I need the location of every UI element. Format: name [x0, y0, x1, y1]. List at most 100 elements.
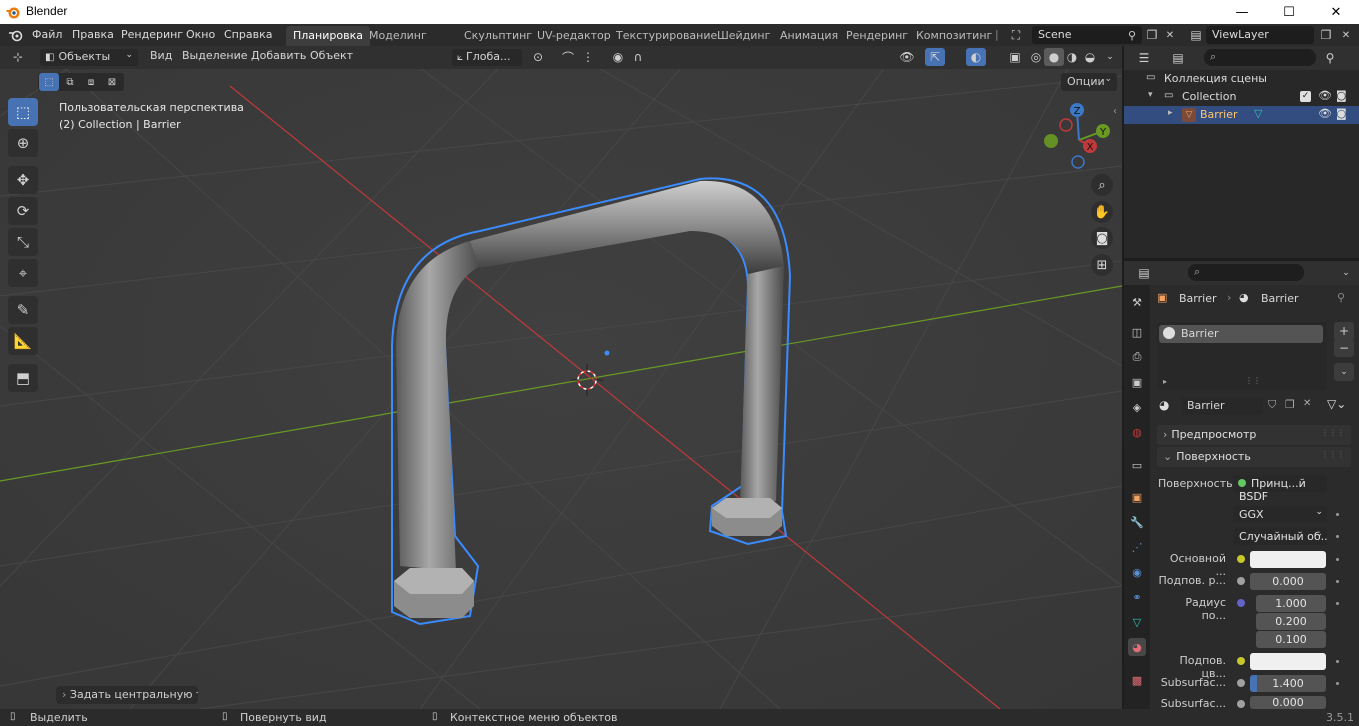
radius-z-field[interactable]: 0.100 — [1256, 631, 1326, 648]
overlays-toggle-icon[interactable]: ◐ — [966, 48, 986, 66]
3d-viewport[interactable]: Пользовательская перспектива (2) Collect… — [0, 46, 1122, 709]
pin-icon[interactable]: ⚲ — [1337, 291, 1345, 304]
material-shading-icon[interactable]: ◑ — [1062, 48, 1082, 66]
texture-tab-icon[interactable]: ▩ — [1128, 671, 1146, 689]
visibility-icon[interactable]: 👁 — [897, 48, 917, 66]
gizmo-toggle-icon[interactable]: ⇱ — [925, 48, 945, 66]
panel-preview-header[interactable]: › Предпросмотр ⋮⋮⋮ — [1157, 425, 1351, 445]
drag-handle-icon[interactable]: ⋮⋮⋮ — [1321, 428, 1345, 437]
tab-modeling[interactable]: Моделинг — [362, 26, 434, 46]
tool-measure-icon[interactable]: 📐 — [8, 327, 38, 355]
tab-sculpting[interactable]: Скульптинг — [457, 26, 539, 46]
expand-arrow-icon[interactable]: ▸ — [1168, 108, 1173, 118]
base-color-swatch[interactable] — [1250, 551, 1326, 568]
distribution-dropdown[interactable]: GGX ⌄ — [1233, 506, 1327, 523]
tool-tab-icon[interactable]: ⚒ — [1128, 293, 1146, 311]
properties-editor-icon[interactable]: ▤ — [1134, 264, 1154, 282]
select-extend-icon[interactable]: ⧉ — [60, 73, 80, 91]
pin-icon[interactable]: ⚲ — [1122, 26, 1142, 44]
delete-view-layer-icon[interactable]: ✕ — [1336, 26, 1356, 44]
wireframe-shading-icon[interactable]: ◎ — [1026, 48, 1046, 66]
tab-uv-editing[interactable]: UV-редактор — [530, 26, 618, 46]
material-browse-icon[interactable]: ◕ — [1159, 398, 1169, 412]
radius-x-field[interactable]: 1.000 — [1256, 595, 1326, 612]
subsurface-field[interactable]: 0.000 — [1250, 573, 1326, 590]
solid-shading-icon[interactable]: ● — [1044, 48, 1064, 66]
radius-y-field[interactable]: 0.200 — [1256, 613, 1326, 630]
tool-annotate-icon[interactable]: ✎ — [8, 296, 38, 324]
subsurface-method-dropdown[interactable]: Случайный об... ⌄ — [1233, 528, 1327, 545]
transform-orientation-selector[interactable]: ⟀ Глоба... — [452, 49, 522, 66]
options-dropdown[interactable]: Опции ⌄ — [1061, 73, 1117, 91]
keyframe-dot[interactable] — [1336, 558, 1339, 561]
world-tab-icon[interactable]: ◍ — [1128, 423, 1146, 441]
tab-shading[interactable]: Шейдинг — [710, 26, 777, 46]
fake-user-shield-icon[interactable]: ⛉ — [1268, 398, 1276, 412]
keyframe-dot[interactable] — [1336, 602, 1339, 605]
subsurface-color-swatch[interactable] — [1250, 653, 1326, 670]
particles-tab-icon[interactable]: ⋰ — [1128, 538, 1146, 556]
keyframe-dot[interactable] — [1336, 580, 1339, 583]
xray-toggle-icon[interactable]: ▣ — [1005, 48, 1025, 66]
filter-icon[interactable]: ⚲ — [1320, 49, 1340, 67]
pan-hand-icon[interactable]: ✋ — [1091, 201, 1113, 223]
tool-rotate-icon[interactable]: ⟳ — [8, 197, 38, 225]
unlink-material-icon[interactable]: ✕ — [1303, 398, 1311, 409]
expand-arrow-icon[interactable]: ▸ — [1163, 377, 1167, 386]
slot-specials-icon[interactable]: ⌄ — [1334, 363, 1354, 381]
keyframe-dot[interactable] — [1336, 513, 1339, 516]
visibility-eye-icon[interactable]: 👁 — [1318, 107, 1332, 120]
material-tab-icon[interactable]: ◕ — [1128, 638, 1146, 656]
pivot-point-icon[interactable]: ⊙ — [528, 48, 548, 66]
add-slot-icon[interactable]: + — [1334, 322, 1354, 340]
gizmo-neg-z-icon[interactable] — [1071, 155, 1085, 169]
editor-type-icon[interactable]: ⊹ — [8, 48, 28, 66]
menu-edit[interactable]: Правка — [72, 28, 114, 41]
gizmo-neg-y-icon[interactable] — [1044, 134, 1058, 148]
new-view-layer-icon[interactable]: ❐ — [1316, 26, 1336, 44]
tab-rendering[interactable]: Рендеринг — [839, 26, 915, 46]
snap-target-icon[interactable]: ⋮ — [578, 48, 598, 66]
tab-compositing[interactable]: Композитинг — [909, 26, 999, 46]
select-new-icon[interactable]: ⬚ — [39, 73, 59, 91]
resize-handle-icon[interactable]: ⋮⋮ — [1245, 376, 1261, 385]
menu-window[interactable]: Окно — [186, 28, 215, 41]
select-intersect-icon[interactable]: ⊠ — [102, 73, 122, 91]
outliner-search-input[interactable]: ⌕ — [1204, 49, 1316, 66]
select-subtract-icon[interactable]: ⧈ — [81, 73, 101, 91]
new-scene-icon[interactable]: ❐ — [1142, 26, 1162, 44]
rendered-shading-icon[interactable]: ◒ — [1080, 48, 1100, 66]
tool-add-cube-icon[interactable]: ⬒ — [8, 364, 38, 392]
proportional-edit-icon[interactable]: ◉ — [608, 48, 628, 66]
menu-object[interactable]: Объект — [310, 49, 353, 66]
collapse-arrow-icon[interactable]: ▾ — [1148, 90, 1153, 100]
material-name-field[interactable]: Barrier — [1181, 397, 1263, 415]
mode-selector[interactable]: ◧ Объекты ⌄ — [40, 49, 138, 66]
surface-shader-selector[interactable]: Принц...й BSDF — [1233, 475, 1327, 503]
keyframe-dot[interactable] — [1336, 660, 1339, 663]
subsurface-aniso-field[interactable]: 0.000 — [1250, 696, 1326, 709]
render-camera-icon[interactable]: ◙ — [1336, 89, 1347, 102]
view-layer-icon[interactable]: ▤ — [1186, 26, 1206, 44]
sidebar-toggle-icon[interactable]: ‹ — [1113, 106, 1117, 117]
output-tab-icon[interactable]: ⎙ — [1128, 348, 1146, 366]
object-tab-icon[interactable]: ▣ — [1128, 488, 1146, 506]
render-camera-icon[interactable]: ◙ — [1336, 107, 1347, 120]
scene-icon[interactable]: ⛶ — [1006, 26, 1026, 44]
subsurface-ior-field[interactable]: 1.400 — [1250, 675, 1326, 692]
collection-tab-icon[interactable]: ▭ — [1128, 456, 1146, 474]
menu-view[interactable]: Вид — [150, 49, 172, 66]
constraints-tab-icon[interactable]: ⚭ — [1128, 588, 1146, 606]
tab-animation[interactable]: Анимация — [773, 26, 845, 46]
maximize-button[interactable]: ☐ — [1266, 0, 1312, 24]
gizmo-neg-x-icon[interactable] — [1059, 118, 1073, 132]
mesh-data-icon[interactable]: ▽ — [1254, 107, 1262, 120]
view-layer-selector[interactable]: ViewLayer — [1206, 26, 1314, 44]
outliner-row-barrier[interactable]: ▸ ▽ Barrier ▽ 👁 ◙ — [1124, 106, 1359, 124]
data-tab-icon[interactable]: ▽ — [1128, 613, 1146, 631]
menu-help[interactable]: Справка — [224, 28, 272, 41]
menu-render[interactable]: Рендеринг — [121, 28, 183, 41]
camera-view-icon[interactable]: ◙ — [1091, 227, 1113, 249]
zoom-icon[interactable]: ⌕ — [1091, 174, 1113, 196]
physics-tab-icon[interactable]: ◉ — [1128, 563, 1146, 581]
